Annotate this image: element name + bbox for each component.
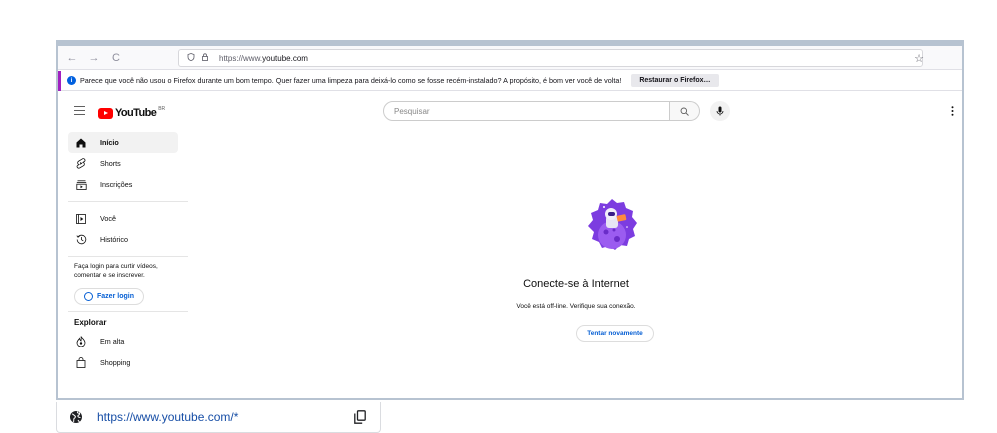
youtube-wordmark: YouTube — [115, 107, 157, 119]
back-icon[interactable]: ← — [64, 50, 80, 66]
history-icon — [74, 234, 88, 246]
sidebar-item-em-alta[interactable]: Em alta — [68, 331, 178, 352]
region-code: BR — [158, 106, 166, 112]
forward-icon[interactable]: → — [86, 50, 102, 66]
youtube-logo[interactable]: YouTube BR — [98, 106, 166, 119]
voice-search-button[interactable] — [710, 101, 730, 121]
shorts-icon — [74, 158, 88, 170]
url-pattern-bar: https://www.youtube.com/* — [56, 402, 381, 433]
sidebar-item-label: Você — [100, 214, 116, 223]
sidebar-item-label: Em alta — [100, 337, 125, 346]
sidebar-item-label: Shorts — [100, 159, 121, 168]
notification-message: Parece que você não usou o Firefox duran… — [80, 76, 622, 85]
globe-icon — [70, 411, 82, 423]
menu-icon[interactable] — [74, 106, 85, 116]
offline-panel: Conecte-se à Internet Você está off-line… — [188, 132, 962, 398]
offline-title: Conecte-se à Internet — [523, 278, 629, 290]
offline-astronaut-icon — [588, 199, 637, 250]
explore-heading: Explorar — [74, 318, 107, 327]
sidebar-item-voce[interactable]: Você — [68, 208, 178, 229]
search-input[interactable]: Pesquisar — [383, 101, 670, 121]
microphone-icon — [716, 106, 724, 116]
sidebar-item-historico[interactable]: Histórico — [68, 229, 178, 250]
reload-icon[interactable]: C — [108, 50, 124, 66]
notification-accent — [58, 70, 61, 91]
sidebar-item-label: Inscrições — [100, 180, 133, 189]
sidebar-divider — [68, 256, 188, 257]
your-channel-icon — [74, 213, 88, 225]
sidebar-item-inicio[interactable]: Início — [68, 132, 178, 153]
restore-firefox-button[interactable]: Restaurar o Firefox… — [631, 74, 719, 87]
sidebar-item-shopping[interactable]: Shopping — [68, 352, 178, 373]
login-button-label: Fazer login — [97, 293, 134, 300]
sidebar-divider — [68, 311, 188, 312]
user-circle-icon — [84, 292, 94, 301]
shopping-bag-icon — [74, 357, 88, 369]
sidebar-item-label: Histórico — [100, 235, 128, 244]
subscriptions-icon — [74, 179, 88, 191]
login-button[interactable]: Fazer login — [74, 288, 144, 305]
copy-icon[interactable] — [354, 410, 366, 424]
retry-button[interactable]: Tentar novamente — [576, 325, 654, 342]
sidebar-item-inscricoes[interactable]: Inscrições — [68, 174, 178, 195]
search-icon — [680, 107, 689, 116]
tracking-shield-icon[interactable] — [187, 53, 199, 63]
youtube-play-icon — [98, 107, 113, 119]
trending-icon — [74, 336, 88, 348]
url-domain: youtube.com — [262, 53, 308, 63]
login-prompt: Faça login para curtir vídeos, comentar … — [74, 263, 158, 279]
firefox-toolbar: ← → C https://www.youtube.com ☆ — [58, 46, 962, 70]
url-prefix: https://www. — [219, 53, 263, 63]
firefox-notification-bar: i Parece que você não usou o Firefox dur… — [58, 70, 962, 91]
browser-window: ← → C https://www.youtube.com ☆ i Parece… — [56, 40, 964, 400]
address-bar[interactable]: https://www.youtube.com — [178, 49, 923, 67]
youtube-header: YouTube BR Pesquisar — [58, 92, 962, 132]
url-pattern-text[interactable]: https://www.youtube.com/* — [97, 410, 238, 424]
info-icon: i — [67, 76, 76, 85]
search-button[interactable] — [670, 101, 700, 121]
home-icon — [74, 137, 88, 149]
sidebar: Início Shorts Inscrições Você Histórico … — [58, 132, 188, 398]
sidebar-item-shorts[interactable]: Shorts — [68, 153, 178, 174]
offline-subtitle: Você está off-line. Verifique sua conexã… — [516, 303, 636, 310]
lock-icon[interactable] — [201, 53, 213, 63]
more-options-icon[interactable] — [951, 106, 954, 119]
url-text[interactable]: https://www.youtube.com — [219, 54, 308, 63]
sidebar-item-label: Shopping — [100, 358, 131, 367]
sidebar-divider — [68, 201, 188, 202]
bookmark-star-icon[interactable]: ☆ — [914, 52, 924, 65]
sidebar-item-label: Início — [100, 138, 119, 147]
